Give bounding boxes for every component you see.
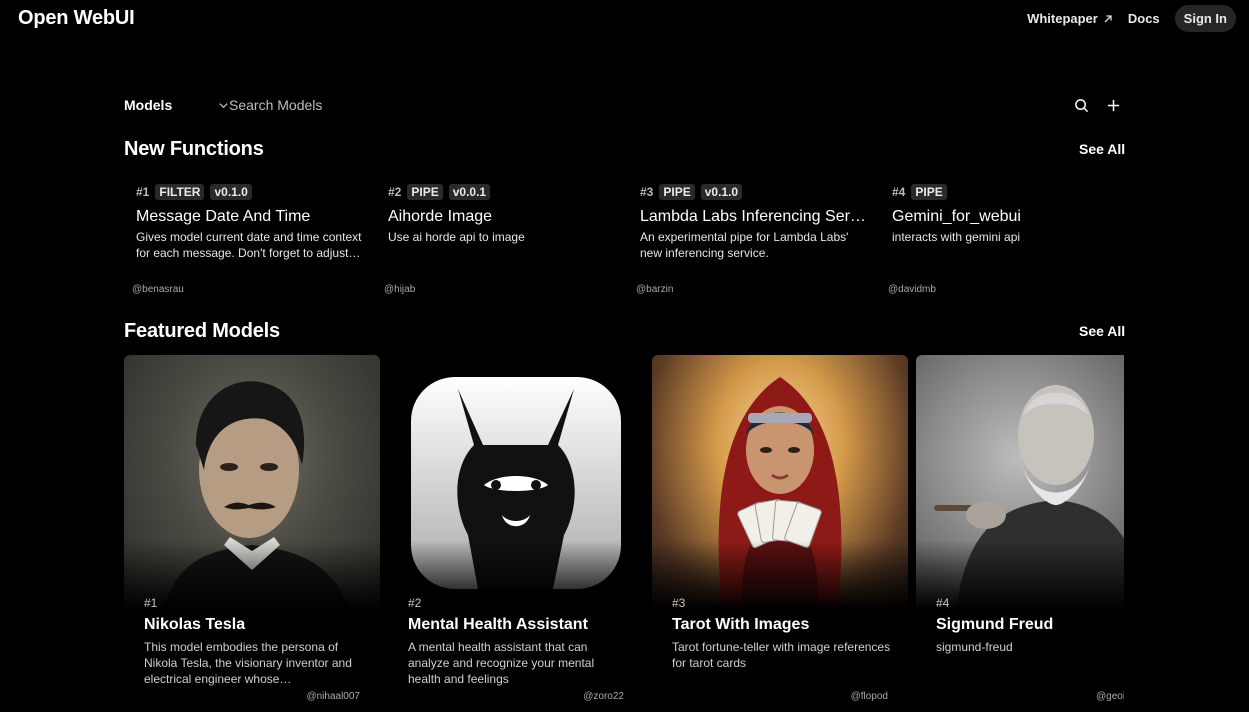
function-name: Gemini_for_webui: [892, 208, 1021, 225]
model-name: Nikolas Tesla: [144, 616, 246, 633]
functions-see-all-link[interactable]: See All: [1079, 141, 1125, 157]
model-description: Tarot fortune-teller with image referenc…: [672, 640, 891, 670]
model-author: @nihaal007: [306, 691, 360, 702]
models-select-label: Models: [124, 97, 173, 113]
model-portrait-image: [124, 355, 380, 610]
tesla-portrait-image: [164, 381, 349, 610]
model-rank: #1: [144, 596, 158, 610]
function-author: @davidmb: [888, 284, 936, 295]
function-card[interactable]: #1 FILTER v0.1.0 Message Date And Time G…: [124, 178, 368, 300]
whitepaper-link[interactable]: Whitepaper: [1027, 11, 1113, 26]
model-logo-image: [388, 355, 644, 610]
models-select[interactable]: Models: [124, 97, 229, 113]
model-rank: #4: [936, 596, 950, 610]
model-name: Sigmund Freud: [936, 616, 1054, 633]
llama-logo-image: [411, 377, 621, 589]
function-author: @hijab: [384, 284, 416, 295]
model-rank: #3: [672, 596, 686, 610]
function-meta: #4 PIPE: [892, 184, 947, 200]
model-card[interactable]: #4 Sigmund Freud sigmund-freud @geoi: [916, 355, 1124, 712]
function-type-badge: PIPE: [659, 184, 695, 200]
model-name: Tarot With Images: [672, 616, 810, 633]
function-meta: #1 FILTER v0.1.0: [136, 184, 252, 200]
model-name: Mental Health Assistant: [408, 616, 588, 633]
model-card[interactable]: #1 Nikolas Tesla This model embodies the…: [124, 355, 380, 712]
whitepaper-label: Whitepaper: [1027, 11, 1098, 26]
model-card-clip: #4 Sigmund Freud sigmund-freud @geoi: [916, 355, 1124, 712]
model-rank: #2: [408, 596, 422, 610]
tarot-portrait-image: [718, 377, 842, 610]
model-portrait-image: [652, 355, 908, 610]
model-portrait-image: [916, 355, 1124, 610]
search-row: Models: [124, 92, 1124, 118]
model-card[interactable]: #3 Tarot With Images Tarot fortune-telle…: [652, 355, 908, 712]
chevron-down-icon: [219, 102, 228, 108]
docs-link[interactable]: Docs: [1128, 11, 1160, 26]
function-rank: #4: [892, 185, 906, 199]
function-rank: #3: [640, 185, 654, 199]
function-meta: #2 PIPE v0.0.1: [388, 184, 491, 200]
function-rank: #1: [136, 185, 150, 199]
sign-in-button[interactable]: Sign In: [1174, 5, 1236, 32]
function-rank: #2: [388, 185, 402, 199]
add-button[interactable]: [1102, 94, 1124, 116]
function-type-badge: PIPE: [911, 184, 947, 200]
function-author: @barzin: [636, 284, 674, 295]
search-icon: [1074, 98, 1088, 112]
top-nav: Whitepaper Docs Sign In: [1027, 5, 1236, 32]
function-card[interactable]: #2 PIPE v0.0.1 Aihorde Image Use ai hord…: [376, 178, 620, 300]
model-author: @flopod: [850, 691, 888, 702]
model-card[interactable]: #2 Mental Health Assistant A mental heal…: [388, 355, 644, 712]
external-arrow-icon: [1104, 14, 1112, 22]
search-input[interactable]: [229, 97, 1070, 113]
function-card[interactable]: #4 PIPE Gemini_for_webui interacts with …: [880, 178, 1124, 300]
function-meta: #3 PIPE v0.1.0: [640, 184, 743, 200]
models-title: Featured Models: [124, 320, 280, 342]
function-type-badge: PIPE: [407, 184, 443, 200]
function-version-badge: v0.1.0: [210, 184, 252, 200]
function-type-badge: FILTER: [155, 184, 205, 200]
functions-title: New Functions: [124, 138, 264, 160]
model-description: This model embodies the persona of Nikol…: [144, 640, 352, 686]
function-description: An experimental pipe for Lambda Labs' ne…: [640, 230, 849, 260]
function-description: Use ai horde api to image: [388, 230, 525, 244]
model-author: @geoi: [1096, 691, 1124, 702]
function-name: Message Date And Time: [136, 208, 311, 225]
plus-icon: [1107, 99, 1119, 111]
model-author: @zoro22: [583, 691, 624, 702]
function-author: @benasrau: [132, 284, 184, 295]
brand-logo[interactable]: Open WebUI: [18, 7, 135, 30]
function-name: Aihorde Image: [388, 208, 493, 225]
model-description: A mental health assistant that can analy…: [408, 640, 595, 686]
function-description: interacts with gemini api: [892, 230, 1021, 244]
function-description: Gives model current date and time contex…: [136, 230, 362, 260]
models-see-all-link[interactable]: See All: [1079, 323, 1125, 339]
freud-portrait-image: [934, 385, 1124, 610]
function-version-badge: v0.1.0: [700, 184, 743, 200]
search-button[interactable]: [1070, 94, 1092, 116]
function-name: Lambda Labs Inferencing Service: [640, 208, 868, 225]
model-description: sigmund-freud: [936, 640, 1013, 654]
function-version-badge: v0.0.1: [448, 184, 491, 200]
function-card[interactable]: #3 PIPE v0.1.0 Lambda Labs Inferencing S…: [628, 178, 872, 300]
